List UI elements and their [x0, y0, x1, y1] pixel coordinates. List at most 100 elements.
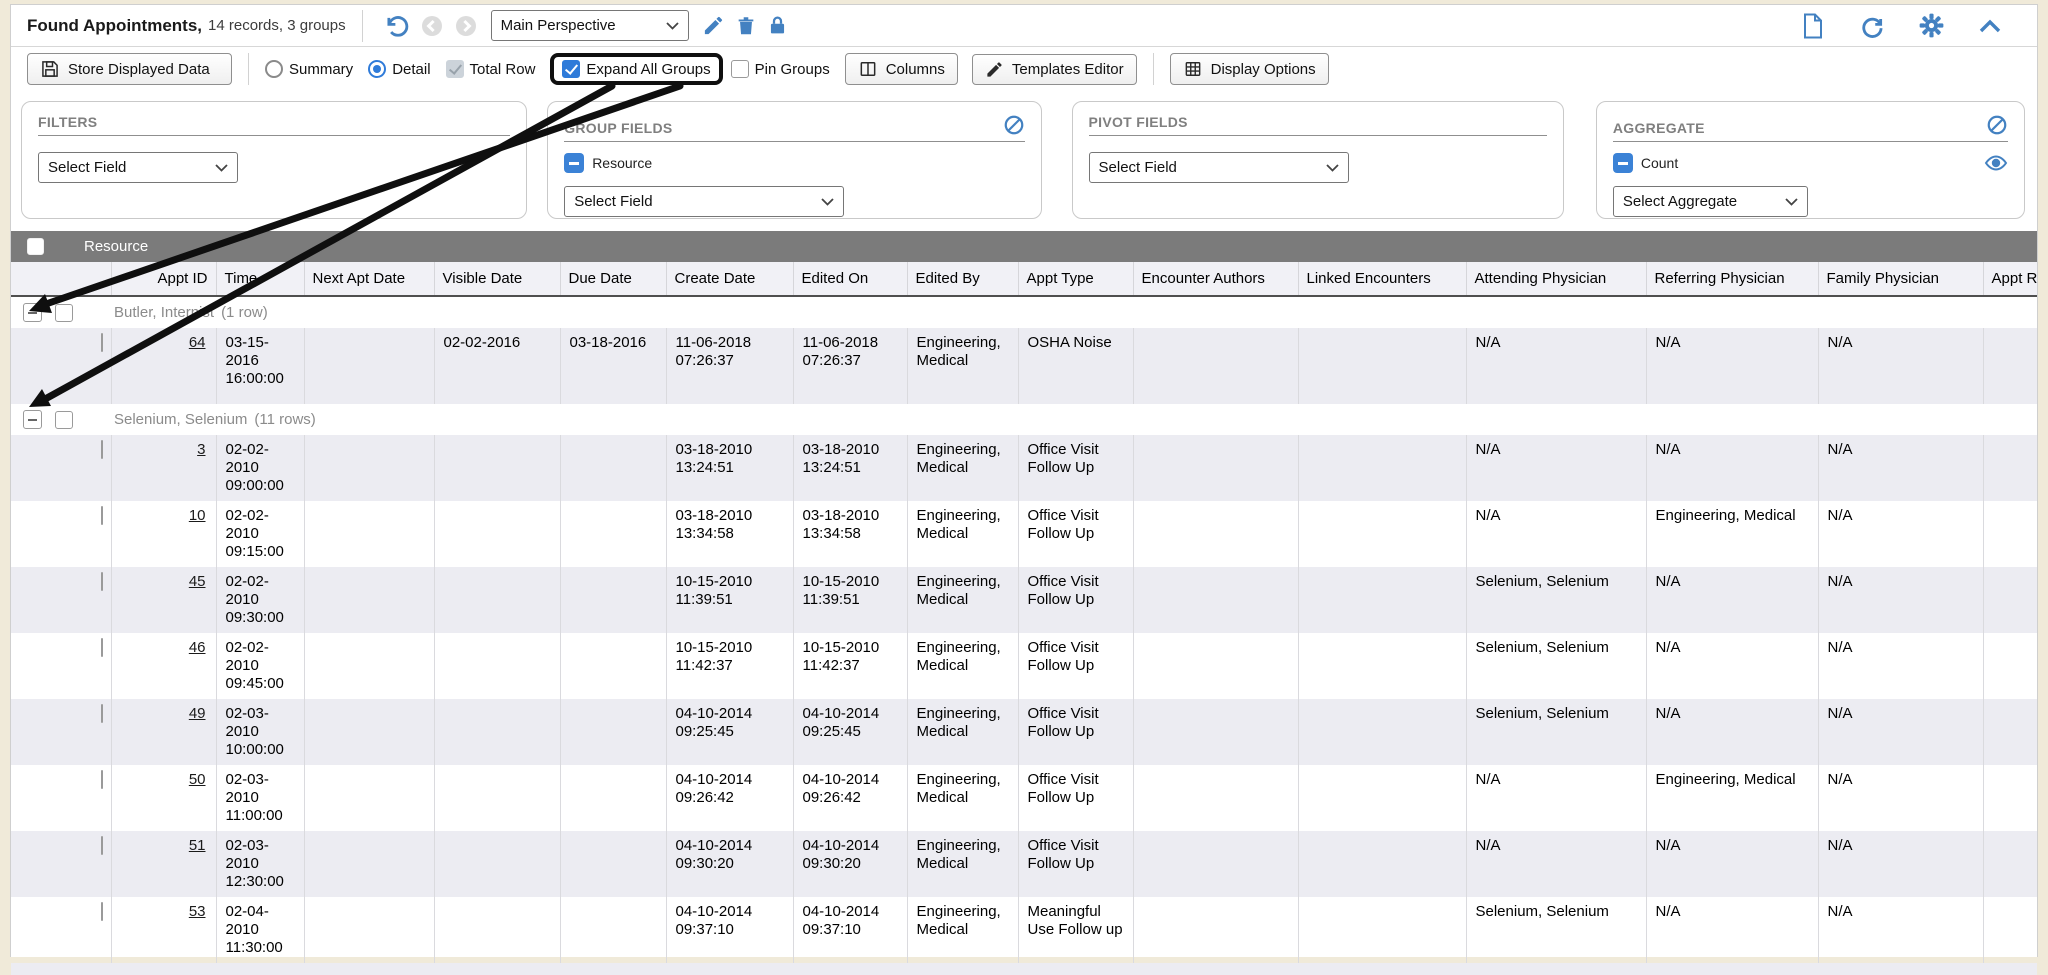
appt-id-link[interactable]: 51	[189, 837, 206, 854]
cell: 04-10-2014 09:30:20	[666, 831, 793, 897]
row-checkbox[interactable]	[101, 638, 103, 657]
column-header[interactable]: Time	[216, 262, 304, 296]
radio-summary[interactable]: Summary	[265, 60, 353, 78]
clear-aggregate-button[interactable]	[1986, 114, 2008, 136]
cell	[1133, 435, 1298, 501]
checkbox-total-row[interactable]: Total Row	[446, 60, 536, 78]
appointments-grid: Resource Appt IDTimeNext Apt DateVisible…	[11, 231, 2037, 975]
display-options-button[interactable]: Display Options	[1170, 53, 1329, 85]
cell	[1298, 699, 1466, 765]
select-all-checkbox[interactable]	[27, 238, 44, 255]
templates-editor-button[interactable]: Templates Editor	[972, 54, 1137, 85]
appt-id-link[interactable]: 10	[189, 507, 206, 524]
row-select-cell	[11, 765, 111, 831]
cell	[434, 699, 560, 765]
column-header[interactable]: Next Apt Date	[304, 262, 434, 296]
undo-icon	[384, 13, 410, 39]
checkbox-expand-all-groups[interactable]	[562, 60, 580, 78]
table-row: 5102-03-2010 12:30:0004-10-2014 09:30:20…	[11, 831, 2037, 897]
collapse-toggle[interactable]	[23, 410, 42, 429]
radio-summary-control[interactable]	[265, 60, 283, 78]
table-scroll-area[interactable]: Appt IDTimeNext Apt DateVisible DateDue …	[11, 262, 2037, 963]
row-checkbox[interactable]	[101, 572, 103, 591]
perspective-select-value: Main Perspective	[501, 17, 616, 34]
column-header[interactable]: Visible Date	[434, 262, 560, 296]
column-header[interactable]: Appt Type	[1018, 262, 1133, 296]
collapse-toggle[interactable]	[23, 303, 42, 322]
radio-detail[interactable]: Detail	[368, 60, 430, 78]
cell	[1298, 633, 1466, 699]
row-checkbox[interactable]	[101, 836, 103, 855]
clear-group-fields-button[interactable]	[1003, 114, 1025, 136]
cell	[434, 831, 560, 897]
column-header[interactable]: Family Physician	[1818, 262, 1983, 296]
edit-perspective-button[interactable]	[702, 14, 725, 37]
checkbox-total-row-control[interactable]	[446, 60, 464, 78]
group-field-select[interactable]: Select Field	[564, 186, 844, 217]
row-select-cell	[11, 328, 111, 404]
row-checkbox[interactable]	[101, 333, 103, 352]
column-header[interactable]: Referring Physician	[1646, 262, 1818, 296]
delete-perspective-button[interactable]	[735, 14, 757, 37]
column-header[interactable]: Linked Encounters	[1298, 262, 1466, 296]
row-checkbox[interactable]	[101, 902, 103, 921]
group-checkbox[interactable]	[55, 304, 73, 322]
column-header[interactable]: Edited On	[793, 262, 907, 296]
column-header[interactable]: Appt ID	[111, 262, 216, 296]
cell	[560, 633, 666, 699]
appt-id-link[interactable]: 45	[189, 573, 206, 590]
perspective-select[interactable]: Main Perspective	[491, 10, 689, 41]
row-checkbox[interactable]	[101, 704, 103, 723]
group-checkbox[interactable]	[55, 411, 73, 429]
pivot-field-select[interactable]: Select Field	[1089, 152, 1349, 183]
aggregate-visibility-button[interactable]	[1984, 154, 2008, 172]
next-perspective-button[interactable]	[454, 14, 478, 38]
aggregate-select[interactable]: Select Aggregate	[1613, 186, 1808, 217]
checkbox-pin-groups-control[interactable]	[731, 60, 749, 78]
partial-next-row	[11, 963, 2037, 975]
column-header[interactable]: Appt Re	[1983, 262, 2037, 296]
circle-slash-icon	[1003, 114, 1025, 136]
row-checkbox[interactable]	[101, 770, 103, 789]
columns-button[interactable]: Columns	[845, 53, 958, 85]
settings-button[interactable]	[1919, 13, 1944, 38]
row-checkbox[interactable]	[101, 506, 103, 525]
cell: 11-06-2018 07:26:37	[666, 328, 793, 404]
column-header[interactable]: Encounter Authors	[1133, 262, 1298, 296]
chevron-right-icon	[454, 14, 478, 38]
lock-perspective-button[interactable]	[767, 14, 788, 37]
refresh-button[interactable]	[1859, 13, 1885, 39]
group-bar-label: Resource	[84, 238, 148, 255]
appt-id-link[interactable]: 46	[189, 639, 206, 656]
appt-id-link[interactable]: 3	[197, 441, 205, 458]
row-checkbox[interactable]	[101, 440, 103, 459]
column-header[interactable]: Create Date	[666, 262, 793, 296]
appt-id-link[interactable]: 49	[189, 705, 206, 722]
remove-group-field-button[interactable]	[564, 153, 584, 173]
filters-field-select[interactable]: Select Field	[38, 152, 238, 183]
prev-perspective-button[interactable]	[420, 14, 444, 38]
appt-id-cell: 53	[111, 897, 216, 963]
collapse-panel-button[interactable]	[1978, 17, 2002, 35]
cell	[1133, 765, 1298, 831]
appt-id-link[interactable]: 64	[189, 334, 206, 351]
radio-detail-control[interactable]	[368, 60, 386, 78]
undo-button[interactable]	[384, 13, 410, 39]
cell	[1133, 328, 1298, 404]
row-select-cell	[11, 501, 111, 567]
new-document-button[interactable]	[1801, 13, 1825, 39]
column-header[interactable]: Edited By	[907, 262, 1018, 296]
header-right-icons	[1796, 13, 2021, 39]
cell: 10-15-2010 11:42:37	[793, 633, 907, 699]
checkbox-pin-groups[interactable]: Pin Groups	[731, 60, 830, 78]
cell: Office Visit Follow Up	[1018, 765, 1133, 831]
column-header[interactable]: Due Date	[560, 262, 666, 296]
appt-id-cell: 64	[111, 328, 216, 404]
remove-aggregate-button[interactable]	[1613, 153, 1633, 173]
appt-id-link[interactable]: 53	[189, 903, 206, 920]
column-header[interactable]: Attending Physician	[1466, 262, 1646, 296]
appt-id-link[interactable]: 50	[189, 771, 206, 788]
cell: N/A	[1818, 633, 1983, 699]
cell: 03-18-2010 13:34:58	[666, 501, 793, 567]
store-displayed-data-button[interactable]: Store Displayed Data	[27, 53, 232, 85]
